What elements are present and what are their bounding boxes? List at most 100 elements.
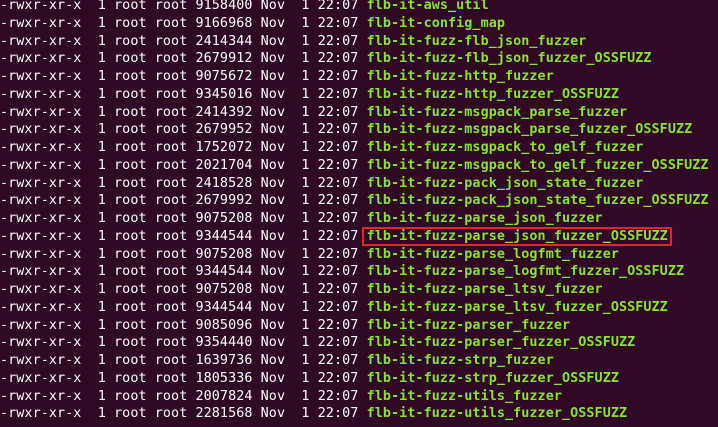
modified-month: Nov [260,122,286,138]
modified-day: 1 [301,33,310,49]
modified-time: 22:07 [317,0,359,13]
file-name: flb-it-fuzz-parse_logfmt_fuzzer [366,246,619,262]
modified-day: 1 [301,104,310,120]
file-permissions: -rwxr-xr-x [0,15,82,31]
file-size: 2007824 [195,388,253,404]
file-size: 2679992 [195,193,253,209]
listing-row: -rwxr-xr-x 1 root root 2414392 Nov 1 22:… [0,104,718,122]
file-group: root [154,370,188,386]
file-metadata: -rwxr-xr-x 1 root root 1639736 Nov 1 22:… [0,353,367,368]
modified-time: 22:07 [317,246,359,262]
modified-day: 1 [301,228,310,244]
modified-month: Nov [260,104,286,120]
file-owner: root [114,0,147,13]
file-name: flb-it-fuzz-http_fuzzer [366,69,554,84]
listing-row: -rwxr-xr-x 1 root root 9075672 Nov 1 22:… [0,68,718,86]
modified-day: 1 [301,406,310,422]
file-permissions: -rwxr-xr-x [0,51,82,67]
file-owner: root [114,388,147,404]
file-metadata: -rwxr-xr-x 1 root root 9075672 Nov 1 22:… [0,69,367,84]
file-name: flb-it-fuzz-utils_fuzzer [366,388,562,404]
file-size: 2414392 [195,104,253,120]
file-name: flb-it-fuzz-http_fuzzer_OSSFUZZ [366,86,619,102]
file-metadata: -rwxr-xr-x 1 root root 9075208 Nov 1 22:… [0,211,367,226]
modified-day: 1 [301,193,310,209]
modified-day: 1 [301,175,310,191]
modified-month: Nov [260,228,286,244]
link-count: 1 [97,0,106,13]
file-owner: root [114,15,147,31]
modified-time: 22:07 [317,122,359,138]
modified-month: Nov [260,86,286,102]
file-owner: root [114,264,147,280]
file-permissions: -rwxr-xr-x [0,157,82,173]
modified-time: 22:07 [317,211,359,226]
file-metadata: -rwxr-xr-x 1 root root 2281568 Nov 1 22:… [0,406,367,421]
file-group: root [154,51,188,67]
file-size: 9344544 [195,299,253,315]
file-group: root [154,157,188,173]
file-group: root [154,335,188,351]
listing-row: -rwxr-xr-x 1 root root 2679952 Nov 1 22:… [0,121,718,139]
file-group: root [154,388,188,404]
modified-time: 22:07 [317,51,359,67]
file-permissions: -rwxr-xr-x [0,282,82,297]
file-size: 2414344 [195,33,253,49]
file-metadata: -rwxr-xr-x 1 root root 9075208 Nov 1 22:… [0,282,367,297]
file-group: root [154,86,188,102]
modified-time: 22:07 [317,69,359,84]
modified-month: Nov [260,211,286,226]
file-size: 9345016 [195,86,253,102]
link-count: 1 [97,406,106,422]
terminal-output: -rwxr-xr-x 1 root root 9158400 Nov 1 22:… [0,0,718,423]
modified-month: Nov [260,175,286,191]
file-size: 9075208 [195,246,253,262]
modified-time: 22:07 [317,157,359,173]
listing-row: -rwxr-xr-x 1 root root 2679992 Nov 1 22:… [0,192,718,210]
listing-row: -rwxr-xr-x 1 root root 9085096 Nov 1 22:… [0,317,718,335]
modified-month: Nov [260,15,286,31]
file-metadata: -rwxr-xr-x 1 root root 2418528 Nov 1 22:… [0,176,367,191]
modified-month: Nov [260,33,286,49]
file-permissions: -rwxr-xr-x [0,246,82,262]
file-owner: root [114,370,147,386]
modified-time: 22:07 [317,299,359,315]
link-count: 1 [97,353,106,368]
file-permissions: -rwxr-xr-x [0,317,82,333]
file-size: 9344544 [195,228,253,244]
listing-row: -rwxr-xr-x 1 root root 9345016 Nov 1 22:… [0,86,718,104]
file-metadata: -rwxr-xr-x 1 root root 2414344 Nov 1 22:… [0,34,367,49]
listing-row: -rwxr-xr-x 1 root root 9354440 Nov 1 22:… [0,334,718,352]
file-group: root [154,69,188,84]
file-group: root [154,140,188,155]
file-owner: root [114,104,147,120]
file-metadata: -rwxr-xr-x 1 root root 9075208 Nov 1 22:… [0,247,367,262]
file-permissions: -rwxr-xr-x [0,211,82,226]
file-permissions: -rwxr-xr-x [0,406,82,422]
link-count: 1 [97,193,106,209]
modified-month: Nov [260,299,286,315]
modified-day: 1 [301,282,310,297]
file-permissions: -rwxr-xr-x [0,228,82,244]
modified-time: 22:07 [317,317,359,333]
file-owner: root [114,122,147,138]
file-metadata: -rwxr-xr-x 1 root root 9344544 Nov 1 22:… [0,229,367,244]
modified-day: 1 [301,51,310,67]
file-metadata: -rwxr-xr-x 1 root root 9344544 Nov 1 22:… [0,264,367,279]
file-size: 9344544 [195,264,253,280]
file-size: 2679952 [195,122,253,138]
modified-time: 22:07 [317,353,359,368]
modified-day: 1 [301,299,310,315]
modified-time: 22:07 [317,406,359,422]
file-permissions: -rwxr-xr-x [0,33,82,49]
modified-month: Nov [260,51,286,67]
link-count: 1 [97,299,106,315]
file-permissions: -rwxr-xr-x [0,0,82,13]
file-name: flb-it-fuzz-flb_json_fuzzer [366,33,587,49]
modified-day: 1 [301,140,310,155]
file-group: root [154,228,188,244]
link-count: 1 [97,175,106,191]
file-size: 9075208 [195,282,253,297]
file-size: 9158400 [195,0,253,13]
file-name: flb-it-fuzz-flb_json_fuzzer_OSSFUZZ [366,51,652,67]
